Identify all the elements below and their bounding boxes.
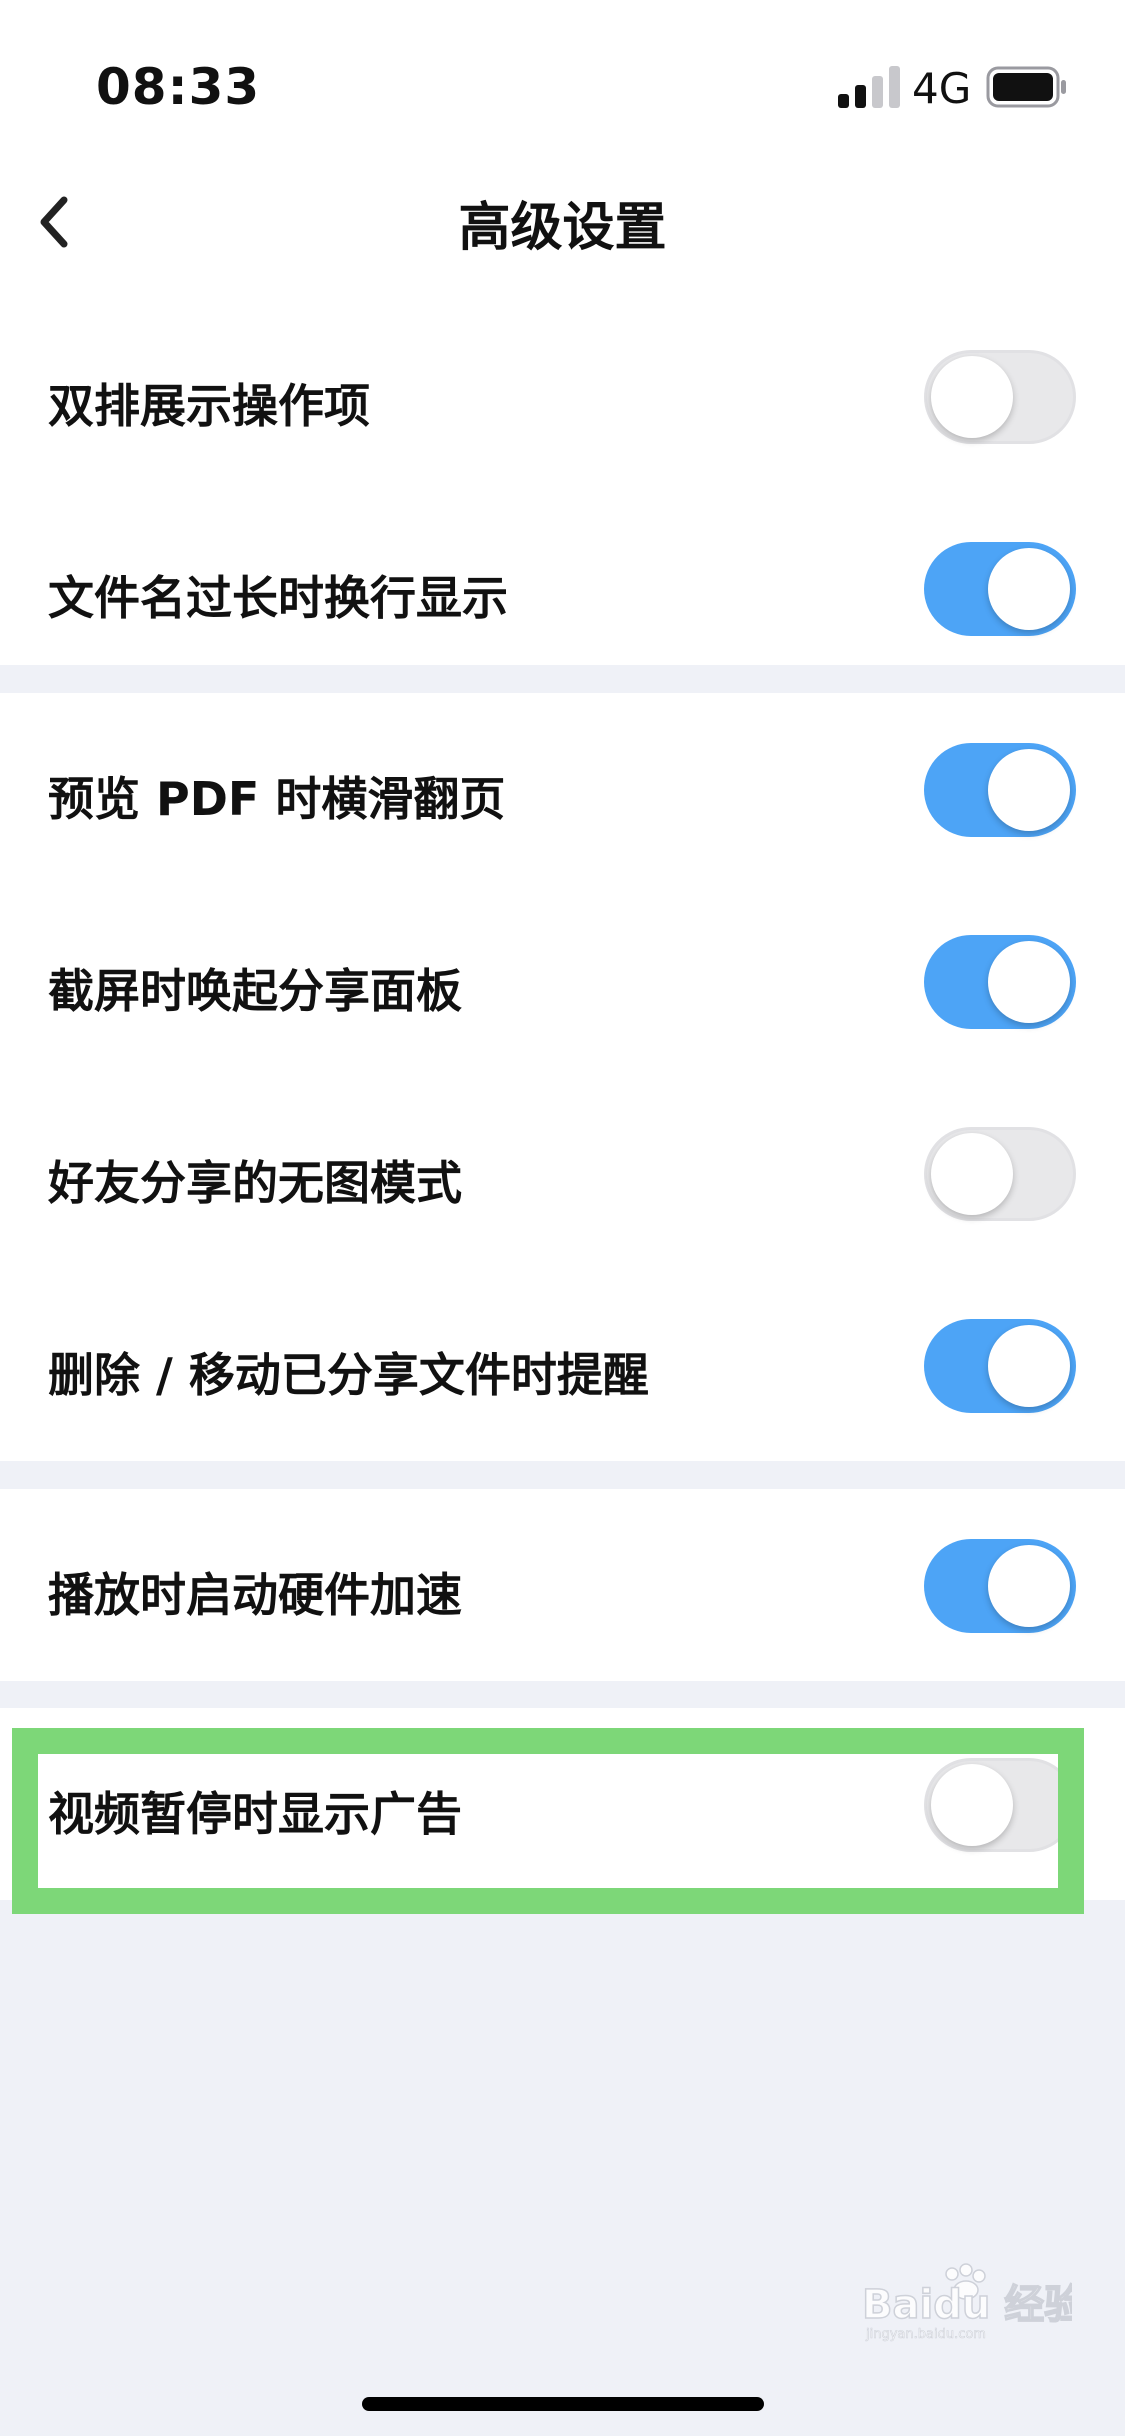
baidu-jingyan-watermark: Baidu 经验 jingyan.baidu.com <box>862 2263 1072 2342</box>
toggle-knob <box>988 548 1070 630</box>
setting-label: 视频暂停时显示广告 <box>48 1787 462 1841</box>
pause-ads-toggle[interactable] <box>924 1758 1076 1852</box>
setting-row-wrap-long-filename[interactable]: 文件名过长时换行显示 <box>0 492 1125 684</box>
setting-label: 截屏时唤起分享面板 <box>48 964 462 1018</box>
settings-section-ads: 视频暂停时显示广告 <box>0 1708 1125 1900</box>
setting-row-double-row-actions[interactable]: 双排展示操作项 <box>0 300 1125 492</box>
screenshot-share-toggle[interactable] <box>924 935 1076 1029</box>
pdf-swipe-toggle[interactable] <box>924 743 1076 837</box>
setting-row-pause-ads[interactable]: 视频暂停时显示广告 <box>0 1708 1125 1900</box>
signal-bars-icon <box>838 66 900 108</box>
watermark-subtext: jingyan.baidu.com <box>865 2327 986 2342</box>
setting-label: 文件名过长时换行显示 <box>48 571 508 625</box>
status-bar: 08:33 4G <box>0 0 1125 150</box>
toggle-knob <box>988 1545 1070 1627</box>
shared-file-reminder-toggle[interactable] <box>924 1319 1076 1413</box>
setting-row-pdf-swipe[interactable]: 预览 PDF 时横滑翻页 <box>0 693 1125 885</box>
toggle-knob <box>931 1764 1013 1846</box>
hardware-acceleration-toggle[interactable] <box>924 1539 1076 1633</box>
setting-label: 播放时启动硬件加速 <box>48 1568 462 1622</box>
status-time: 08:33 <box>96 58 261 116</box>
setting-label: 删除 / 移动已分享文件时提醒 <box>48 1348 649 1402</box>
toggle-knob <box>988 749 1070 831</box>
page-title: 高级设置 <box>458 198 667 258</box>
setting-row-screenshot-share[interactable]: 截屏时唤起分享面板 <box>0 885 1125 1077</box>
wrap-long-filename-toggle[interactable] <box>924 542 1076 636</box>
setting-label: 双排展示操作项 <box>48 379 370 433</box>
settings-section-sharing: 预览 PDF 时横滑翻页 截屏时唤起分享面板 好友分享的无图模式 删除 / 移动… <box>0 693 1125 1461</box>
toggle-knob <box>931 356 1013 438</box>
setting-row-no-image-mode[interactable]: 好友分享的无图模式 <box>0 1077 1125 1269</box>
navigation-bar: 高级设置 <box>0 150 1125 300</box>
toggle-knob <box>988 1325 1070 1407</box>
toggle-knob <box>988 941 1070 1023</box>
settings-section-playback: 播放时启动硬件加速 <box>0 1489 1125 1681</box>
battery-full-icon <box>986 66 1066 108</box>
setting-label: 好友分享的无图模式 <box>48 1156 462 1210</box>
settings-section-display: 双排展示操作项 文件名过长时换行显示 <box>0 300 1125 665</box>
watermark-text: Baidu 经验 <box>862 2282 1072 2328</box>
no-image-mode-toggle[interactable] <box>924 1127 1076 1221</box>
setting-row-shared-file-reminder[interactable]: 删除 / 移动已分享文件时提醒 <box>0 1269 1125 1461</box>
toggle-knob <box>931 1133 1013 1215</box>
network-type-label: 4G <box>912 64 972 113</box>
setting-label: 预览 PDF 时横滑翻页 <box>48 772 506 826</box>
setting-row-hardware-acceleration[interactable]: 播放时启动硬件加速 <box>0 1489 1125 1681</box>
double-row-actions-toggle[interactable] <box>924 350 1076 444</box>
home-indicator[interactable] <box>362 2397 764 2411</box>
